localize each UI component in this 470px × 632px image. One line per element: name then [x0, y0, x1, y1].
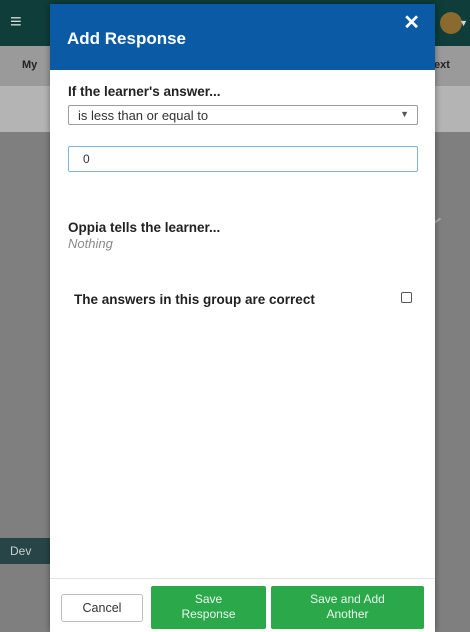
close-icon[interactable]: ✕: [403, 13, 420, 33]
chevron-down-icon: ▼: [400, 109, 409, 119]
rule-select[interactable]: is less than or equal to ▼: [68, 105, 418, 125]
chevron-down-icon[interactable]: ▼: [459, 18, 468, 28]
modal-title: Add Response: [67, 29, 187, 48]
save-and-add-label-line1: Save and Add: [310, 592, 385, 606]
rule-select-value: is less than or equal to: [78, 108, 209, 123]
correct-checkbox[interactable]: [401, 292, 412, 303]
footer-divider: [50, 578, 435, 579]
modal-header: Add Response ✕: [50, 4, 435, 70]
answer-value-input[interactable]: [68, 146, 418, 172]
rule-label: If the learner's answer...: [68, 84, 221, 99]
save-response-button[interactable]: Save Response: [151, 586, 266, 629]
save-and-add-label-line2: Another: [326, 607, 369, 621]
correct-label: The answers in this group are correct: [74, 292, 315, 307]
cancel-button[interactable]: Cancel: [61, 594, 143, 622]
feedback-value[interactable]: Nothing: [68, 236, 113, 251]
background-left-label: My: [22, 59, 38, 71]
background-right-label: ext: [434, 59, 450, 71]
background-dev-label: Dev: [10, 544, 32, 558]
add-response-modal: Add Response ✕ If the learner's answer..…: [50, 4, 435, 632]
save-response-label-line1: Save: [194, 592, 223, 606]
hamburger-icon[interactable]: ≡: [10, 12, 22, 32]
save-and-add-another-button[interactable]: Save and Add Another: [271, 586, 424, 629]
save-response-label-line2: Response: [181, 607, 236, 621]
feedback-label: Oppia tells the learner...: [68, 220, 221, 235]
